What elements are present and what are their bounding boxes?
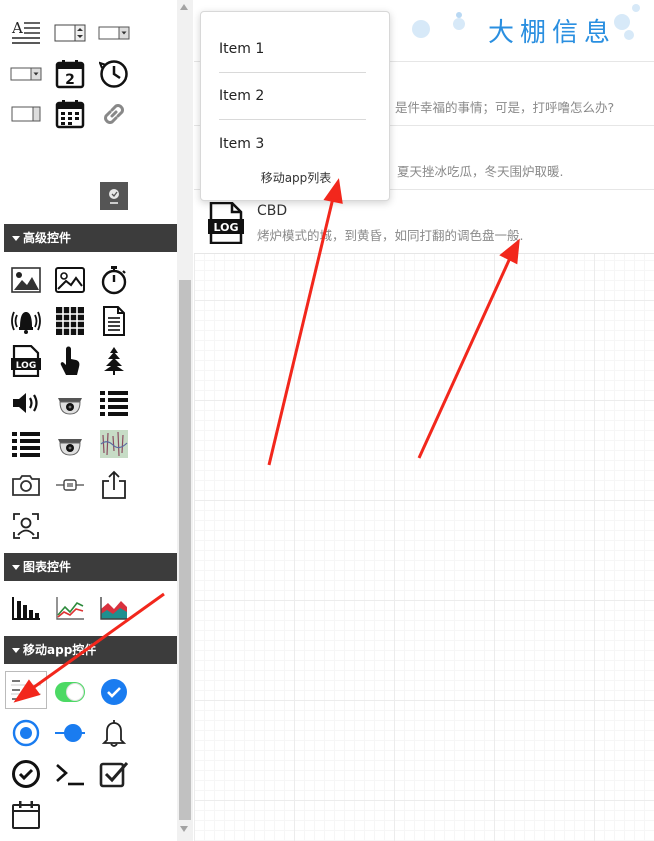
- section-header-mobile[interactable]: 移动app控件: [4, 636, 177, 664]
- dropdown-item[interactable]: Item 1: [219, 26, 366, 73]
- calendar-date-icon[interactable]: 2: [53, 58, 87, 90]
- combo-box-icon[interactable]: [9, 58, 43, 90]
- svg-text:LOG: LOG: [16, 361, 36, 371]
- image-icon[interactable]: [9, 264, 43, 296]
- alarm-bell-icon[interactable]: [9, 305, 43, 337]
- list-item-desc: 是件幸福的事情；可是，打呼噜怎么办?: [395, 100, 615, 115]
- spinner-icon[interactable]: [53, 17, 87, 49]
- svg-text:A: A: [11, 19, 23, 37]
- dropdown-footer-label: 移动app列表: [260, 171, 332, 185]
- log-file-icon: LOG: [208, 201, 244, 248]
- calendar-icon[interactable]: [53, 98, 87, 130]
- dropdown-item[interactable]: Item 3: [219, 121, 366, 168]
- share-export-icon[interactable]: [97, 469, 131, 501]
- waveform-image-icon[interactable]: [97, 428, 131, 460]
- document-icon[interactable]: [97, 305, 131, 337]
- stopwatch-icon[interactable]: [97, 264, 131, 296]
- section-title: 高级控件: [23, 231, 72, 245]
- range-slider-icon[interactable]: [53, 717, 87, 749]
- scroll-up-icon[interactable]: [180, 4, 188, 10]
- calendar-outline-icon[interactable]: [9, 799, 43, 831]
- list-item-title: CBD: [257, 203, 288, 219]
- line-chart-icon[interactable]: [53, 592, 87, 624]
- face-scan-icon[interactable]: [9, 510, 43, 542]
- app-list-widget-icon[interactable]: [5, 671, 47, 709]
- log-file-icon[interactable]: LOG: [9, 345, 43, 377]
- bar-chart-icon[interactable]: [9, 592, 43, 624]
- picture-icon[interactable]: [53, 264, 87, 296]
- list-item-desc: 夏天挫冰吃瓜，冬天围炉取暖.: [397, 164, 564, 179]
- slider-control-icon[interactable]: [53, 469, 87, 501]
- touch-hand-icon[interactable]: [53, 345, 87, 377]
- section-header-advanced[interactable]: 高级控件: [4, 224, 177, 252]
- link-icon[interactable]: [97, 98, 131, 130]
- area-chart-icon[interactable]: [97, 592, 131, 624]
- list-icon[interactable]: [97, 387, 131, 419]
- scrollbar-thumb[interactable]: [179, 280, 191, 820]
- dropdown-item[interactable]: Item 2: [219, 73, 366, 120]
- toggle-switch-icon[interactable]: [53, 676, 87, 708]
- banner-title: 大棚信息: [488, 18, 617, 48]
- dome-camera-icon[interactable]: [53, 387, 87, 419]
- svg-text:LOG: LOG: [214, 221, 239, 234]
- terminal-icon[interactable]: [53, 758, 87, 790]
- clock-icon[interactable]: [97, 58, 131, 90]
- tree-icon[interactable]: [97, 345, 131, 377]
- image-thumbnail-icon[interactable]: [97, 180, 131, 212]
- dome-camera-icon[interactable]: [53, 428, 87, 460]
- checkbox-icon[interactable]: [97, 758, 131, 790]
- section-title: 图表控件: [23, 560, 72, 574]
- bell-icon[interactable]: [97, 717, 131, 749]
- check-circle-dark-icon[interactable]: [9, 758, 43, 790]
- scroll-down-icon[interactable]: [180, 826, 188, 832]
- select-icon[interactable]: [97, 17, 131, 49]
- camera-icon[interactable]: [9, 469, 43, 501]
- svg-text:2: 2: [65, 72, 75, 88]
- component-palette: A 2 高级控件 LOG 图表控件 移动app控件: [0, 0, 193, 841]
- list-dropdown[interactable]: Item 1 Item 2 Item 3 移动app列表: [200, 11, 390, 201]
- list-icon[interactable]: [9, 428, 43, 460]
- section-header-charts[interactable]: 图表控件: [4, 553, 177, 581]
- speaker-icon[interactable]: [9, 387, 43, 419]
- text-align-icon[interactable]: A: [9, 17, 43, 49]
- section-title: 移动app控件: [23, 643, 97, 657]
- button-widget-icon[interactable]: [9, 98, 43, 130]
- radio-button-icon[interactable]: [9, 717, 43, 749]
- list-item-desc: 烤炉模式的城，到黄昏，如同打翻的调色盘一般.: [257, 228, 524, 243]
- check-circle-icon[interactable]: [97, 676, 131, 708]
- grid-table-icon[interactable]: [53, 305, 87, 337]
